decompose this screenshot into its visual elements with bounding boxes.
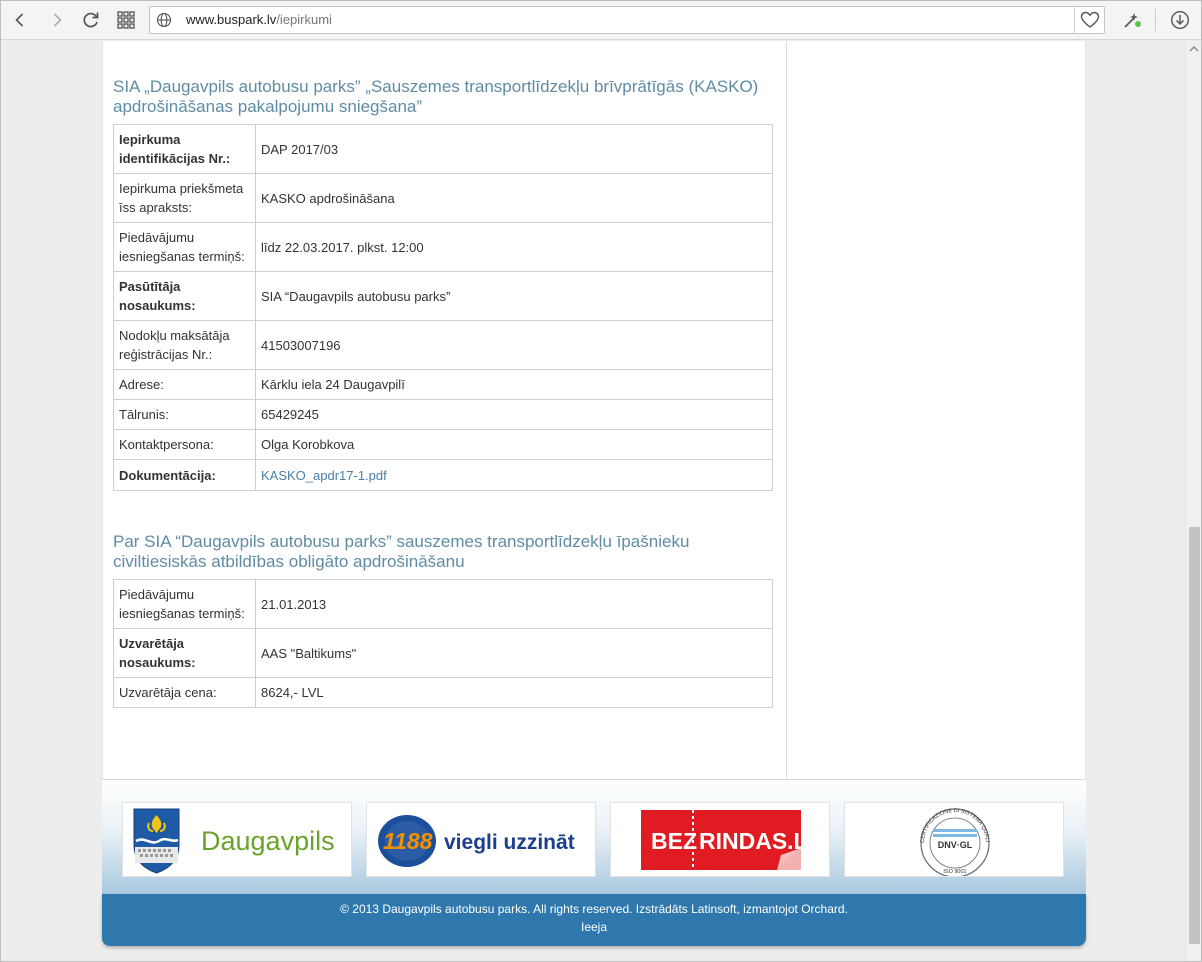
dnv-logo-link[interactable]: CERTIFICAZIONE DI SISTEMA QUALITÀ DNV·GL… xyxy=(844,802,1064,877)
table-row: Pasūtītāja nosaukums: SIA “Daugavpils au… xyxy=(113,271,773,321)
table-row: Tālrunis: 65429245 xyxy=(113,399,773,430)
dnv-ring-text: CERTIFICAZIONE DI SISTEMA QUALITÀ xyxy=(845,803,990,843)
section-title-kasko: SIA „Daugavpils autobusu parks” „Sauszem… xyxy=(113,77,759,116)
back-arrow-icon xyxy=(15,13,24,27)
url-host: www.buspark.lv xyxy=(186,12,277,27)
row-value: 65429245 xyxy=(255,399,773,430)
download-icon xyxy=(1170,10,1190,30)
1188-logo: 1188 viegli uzzināt xyxy=(378,815,575,867)
row-label: Nodokļu maksātāja reģistrācijas Nr.: xyxy=(113,320,256,370)
scroll-up-icon[interactable] xyxy=(1186,43,1202,55)
apps-grid-icon xyxy=(117,11,135,29)
row-value: līdz 22.03.2017. plkst. 12:00 xyxy=(255,222,773,272)
bezrindas-right-text: RINDAS.LV xyxy=(699,828,822,854)
wand-icon xyxy=(1124,13,1141,28)
table-row: Dokumentācija: KASKO_apdr17-1.pdf xyxy=(113,459,773,491)
row-value: 41503007196 xyxy=(255,320,773,370)
1188-slogan-text: viegli uzzināt xyxy=(444,831,575,854)
globe-icon xyxy=(156,12,172,28)
dnv-text: DNV·GL xyxy=(938,840,973,850)
daugavpils-logo-link[interactable]: Daugavpils xyxy=(122,802,352,877)
forward-button[interactable] xyxy=(43,6,71,34)
row-value: AAS "Baltikums" xyxy=(255,628,773,678)
row-label: Uzvarētāja cena: xyxy=(113,677,256,708)
speed-dial-button[interactable] xyxy=(1118,6,1146,34)
downloads-button[interactable] xyxy=(1166,6,1194,34)
row-value: KASKO_apdr17-1.pdf xyxy=(255,459,773,491)
table-row: Nodokļu maksātāja reģistrācijas Nr.: 415… xyxy=(113,320,773,370)
footer-logos: Daugavpils 1188 viegli uzzināt BEZ RINDA… xyxy=(102,779,1086,894)
dnv-iso-text: ISO 9001 xyxy=(943,869,966,875)
row-value: 8624,- LVL xyxy=(255,677,773,708)
back-button[interactable] xyxy=(6,6,34,34)
row-label: Dokumentācija: xyxy=(113,459,256,491)
row-value: 21.01.2013 xyxy=(255,579,773,629)
bezrindas-left-text: BEZ xyxy=(651,828,697,854)
row-label: Iepirkuma identifikācijas Nr.: xyxy=(113,124,256,174)
dnv-certification-seal: CERTIFICAZIONE DI SISTEMA QUALITÀ DNV·GL… xyxy=(845,803,990,876)
browser-toolbar: www.buspark.lv/iepirkumi xyxy=(0,0,1202,40)
table-row: Adrese: Kārklu iela 24 Daugavpilī xyxy=(113,369,773,400)
procurement-table-liability: Piedāvājumu iesniegšanas termiņš: 21.01.… xyxy=(113,579,773,708)
login-link[interactable]: Ieeja xyxy=(102,920,1086,934)
table-row: Piedāvājumu iesniegšanas termiņš: līdz 2… xyxy=(113,222,773,272)
table-row: Iepirkuma priekšmeta īss apraksts: KASKO… xyxy=(113,173,773,223)
table-row: Kontaktpersona: Olga Korobkova xyxy=(113,429,773,460)
row-value: Olga Korobkova xyxy=(255,429,773,460)
documentation-link[interactable]: KASKO_apdr17-1.pdf xyxy=(261,468,387,483)
page-viewport: SIA „Daugavpils autobusu parks” „Sauszem… xyxy=(0,41,1202,962)
url-path: /iepirkumi xyxy=(276,12,332,27)
row-label: Piedāvājumu iesniegšanas termiņš: xyxy=(113,579,256,629)
table-row: Uzvarētāja nosaukums: AAS "Baltikums" xyxy=(113,628,773,678)
bezrindas-logo: BEZ RINDAS.LV xyxy=(641,810,822,870)
scrollbar-thumb[interactable] xyxy=(1189,527,1200,944)
1188-logo-link[interactable]: 1188 viegli uzzināt xyxy=(366,802,596,877)
forward-arrow-icon xyxy=(53,13,62,27)
row-label: Adrese: xyxy=(113,369,256,400)
daugavpils-logo-text: Daugavpils xyxy=(201,826,335,856)
table-row: Iepirkuma identifikācijas Nr.: DAP 2017/… xyxy=(113,124,773,174)
row-value: Kārklu iela 24 Daugavpilī xyxy=(255,369,773,400)
address-bar[interactable]: www.buspark.lv/iepirkumi xyxy=(149,6,1105,34)
copyright-text: © 2013 Daugavpils autobusu parks. All ri… xyxy=(340,902,848,916)
row-label: Kontaktpersona: xyxy=(113,429,256,460)
address-separator xyxy=(1074,7,1075,33)
row-label: Iepirkuma priekšmeta īss apraksts: xyxy=(113,173,256,223)
sidebar-divider xyxy=(786,41,787,778)
apps-button[interactable] xyxy=(112,6,140,34)
url-text: www.buspark.lv/iepirkumi xyxy=(186,12,332,27)
row-value: KASKO apdrošināšana xyxy=(255,173,773,223)
table-row: Piedāvājumu iesniegšanas termiņš: 21.01.… xyxy=(113,579,773,629)
svg-text:CERTIFICAZIONE DI SISTEMA QUAL: CERTIFICAZIONE DI SISTEMA QUALITÀ xyxy=(845,803,990,843)
section-title-liability: Par SIA “Daugavpils autobusu parks” saus… xyxy=(113,532,690,571)
page-scrollbar[interactable] xyxy=(1185,41,1202,962)
row-value: DAP 2017/03 xyxy=(255,124,773,174)
row-label: Uzvarētāja nosaukums: xyxy=(113,628,256,678)
toolbar-separator xyxy=(1155,9,1156,31)
row-label: Piedāvājumu iesniegšanas termiņš: xyxy=(113,222,256,272)
daugavpils-coat-of-arms: Daugavpils xyxy=(133,808,335,874)
row-value: SIA “Daugavpils autobusu parks” xyxy=(255,271,773,321)
row-label: Pasūtītāja nosaukums: xyxy=(113,271,256,321)
bezrindas-logo-link[interactable]: BEZ RINDAS.LV xyxy=(610,802,830,877)
table-row: Uzvarētāja cena: 8624,- LVL xyxy=(113,677,773,708)
reload-icon xyxy=(83,12,99,28)
procurement-table-kasko: Iepirkuma identifikācijas Nr.: DAP 2017/… xyxy=(113,124,773,491)
heart-icon[interactable] xyxy=(1080,11,1100,29)
content-container: SIA „Daugavpils autobusu parks” „Sauszem… xyxy=(102,41,1086,779)
1188-number-text: 1188 xyxy=(383,828,433,854)
row-label: Tālrunis: xyxy=(113,399,256,430)
reload-button[interactable] xyxy=(77,6,105,34)
footer-bar: © 2013 Daugavpils autobusu parks. All ri… xyxy=(102,894,1086,946)
